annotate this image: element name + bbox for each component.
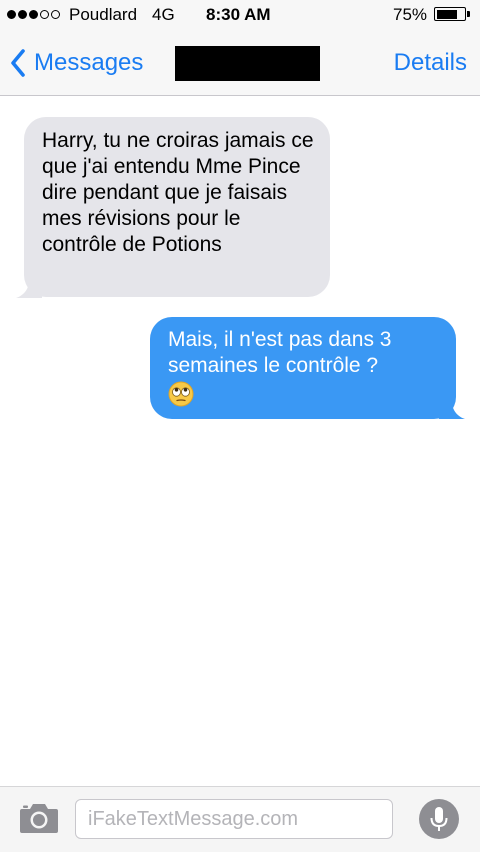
carrier-name: Poudlard (69, 5, 138, 24)
signal-strength-icon (7, 10, 60, 19)
back-button[interactable]: Messages (10, 44, 143, 82)
battery-percent: 75% (393, 5, 428, 24)
received-message-bubble: Harry, tu ne croiras jamais ce que j'ai … (16, 117, 330, 298)
input-bar (0, 786, 480, 852)
conversation: Harry, tu ne croiras jamais ce que j'ai … (0, 96, 480, 786)
status-bar: Poudlard 4G 8:30 AM 75% (0, 0, 480, 30)
network-type: 4G (152, 5, 175, 24)
details-button[interactable]: Details (394, 49, 467, 77)
bubble-tail (439, 399, 465, 419)
camera-icon (20, 804, 58, 833)
microphone-icon (430, 807, 448, 831)
sent-message-text: Mais, il n'est pas dans 3 semaines le co… (168, 328, 392, 377)
sent-message-bubble: Mais, il n'est pas dans 3 semaines le co… (150, 317, 465, 419)
back-button-label: Messages (34, 49, 144, 76)
mic-button[interactable] (419, 799, 459, 839)
battery-level (436, 9, 457, 19)
message-input[interactable] (75, 799, 393, 839)
bubble-tail (16, 278, 42, 298)
nav-bar: Messages Details (0, 30, 480, 96)
received-message-text: Harry, tu ne croiras jamais ce que j'ai … (42, 129, 314, 256)
status-time: 8:30 AM (206, 5, 271, 24)
battery-icon (434, 7, 466, 21)
chevron-left-icon (10, 49, 26, 77)
messages-screen: Poudlard 4G 8:30 AM 75% Messages Details… (0, 0, 480, 852)
battery-tip (467, 11, 470, 17)
contact-name-redacted (175, 46, 320, 81)
face-with-rolling-eyes-icon (168, 381, 194, 407)
camera-button[interactable] (18, 801, 60, 835)
